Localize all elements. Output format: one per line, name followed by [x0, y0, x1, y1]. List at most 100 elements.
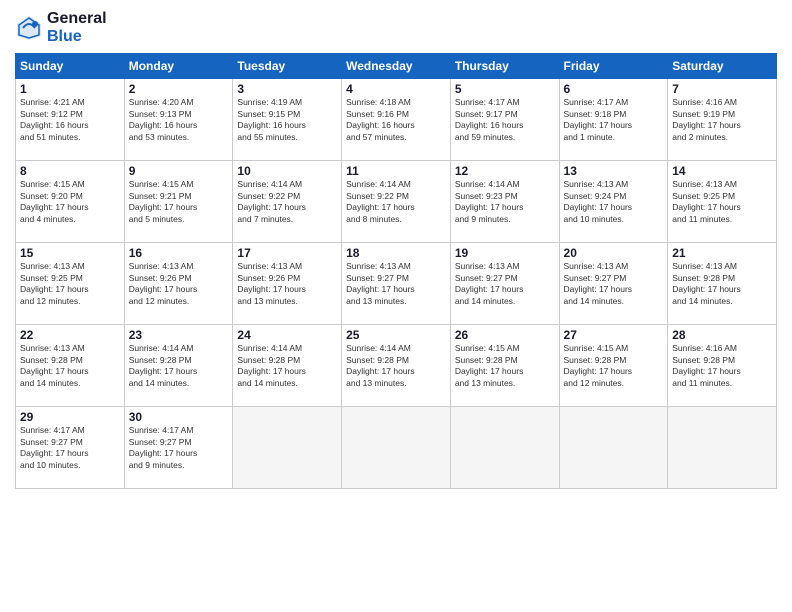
calendar-cell: 20Sunrise: 4:13 AM Sunset: 9:27 PM Dayli…: [559, 243, 668, 325]
weekday-header-row: SundayMondayTuesdayWednesdayThursdayFrid…: [16, 54, 777, 79]
calendar: SundayMondayTuesdayWednesdayThursdayFrid…: [15, 53, 777, 489]
day-number: 10: [237, 164, 337, 178]
calendar-cell: 2Sunrise: 4:20 AM Sunset: 9:13 PM Daylig…: [124, 79, 233, 161]
calendar-cell: 9Sunrise: 4:15 AM Sunset: 9:21 PM Daylig…: [124, 161, 233, 243]
calendar-cell: [559, 407, 668, 489]
day-number: 18: [346, 246, 446, 260]
day-number: 21: [672, 246, 772, 260]
day-info: Sunrise: 4:13 AM Sunset: 9:24 PM Dayligh…: [564, 179, 664, 225]
logo-general: General: [47, 10, 107, 28]
day-info: Sunrise: 4:15 AM Sunset: 9:20 PM Dayligh…: [20, 179, 120, 225]
day-number: 2: [129, 82, 229, 96]
week-row-3: 15Sunrise: 4:13 AM Sunset: 9:25 PM Dayli…: [16, 243, 777, 325]
calendar-cell: 11Sunrise: 4:14 AM Sunset: 9:22 PM Dayli…: [342, 161, 451, 243]
day-info: Sunrise: 4:19 AM Sunset: 9:15 PM Dayligh…: [237, 97, 337, 143]
week-row-5: 29Sunrise: 4:17 AM Sunset: 9:27 PM Dayli…: [16, 407, 777, 489]
calendar-cell: 1Sunrise: 4:21 AM Sunset: 9:12 PM Daylig…: [16, 79, 125, 161]
calendar-cell: 15Sunrise: 4:13 AM Sunset: 9:25 PM Dayli…: [16, 243, 125, 325]
day-number: 9: [129, 164, 229, 178]
calendar-cell: 29Sunrise: 4:17 AM Sunset: 9:27 PM Dayli…: [16, 407, 125, 489]
day-number: 4: [346, 82, 446, 96]
day-info: Sunrise: 4:21 AM Sunset: 9:12 PM Dayligh…: [20, 97, 120, 143]
calendar-cell: 19Sunrise: 4:13 AM Sunset: 9:27 PM Dayli…: [450, 243, 559, 325]
day-info: Sunrise: 4:13 AM Sunset: 9:25 PM Dayligh…: [672, 179, 772, 225]
day-number: 23: [129, 328, 229, 342]
day-number: 28: [672, 328, 772, 342]
calendar-cell: 10Sunrise: 4:14 AM Sunset: 9:22 PM Dayli…: [233, 161, 342, 243]
calendar-cell: 28Sunrise: 4:16 AM Sunset: 9:28 PM Dayli…: [668, 325, 777, 407]
day-info: Sunrise: 4:14 AM Sunset: 9:23 PM Dayligh…: [455, 179, 555, 225]
day-info: Sunrise: 4:16 AM Sunset: 9:19 PM Dayligh…: [672, 97, 772, 143]
calendar-cell: [668, 407, 777, 489]
calendar-cell: 24Sunrise: 4:14 AM Sunset: 9:28 PM Dayli…: [233, 325, 342, 407]
calendar-cell: 26Sunrise: 4:15 AM Sunset: 9:28 PM Dayli…: [450, 325, 559, 407]
page: General Blue SundayMondayTuesdayWednesda…: [0, 0, 792, 612]
week-row-2: 8Sunrise: 4:15 AM Sunset: 9:20 PM Daylig…: [16, 161, 777, 243]
week-row-1: 1Sunrise: 4:21 AM Sunset: 9:12 PM Daylig…: [16, 79, 777, 161]
calendar-cell: [342, 407, 451, 489]
calendar-cell: 6Sunrise: 4:17 AM Sunset: 9:18 PM Daylig…: [559, 79, 668, 161]
day-number: 15: [20, 246, 120, 260]
day-info: Sunrise: 4:20 AM Sunset: 9:13 PM Dayligh…: [129, 97, 229, 143]
day-info: Sunrise: 4:13 AM Sunset: 9:26 PM Dayligh…: [129, 261, 229, 307]
day-number: 11: [346, 164, 446, 178]
day-number: 3: [237, 82, 337, 96]
day-info: Sunrise: 4:14 AM Sunset: 9:28 PM Dayligh…: [346, 343, 446, 389]
day-info: Sunrise: 4:14 AM Sunset: 9:22 PM Dayligh…: [237, 179, 337, 225]
day-number: 30: [129, 410, 229, 424]
day-info: Sunrise: 4:14 AM Sunset: 9:28 PM Dayligh…: [237, 343, 337, 389]
day-info: Sunrise: 4:13 AM Sunset: 9:26 PM Dayligh…: [237, 261, 337, 307]
day-number: 25: [346, 328, 446, 342]
day-number: 24: [237, 328, 337, 342]
calendar-cell: 18Sunrise: 4:13 AM Sunset: 9:27 PM Dayli…: [342, 243, 451, 325]
calendar-cell: 7Sunrise: 4:16 AM Sunset: 9:19 PM Daylig…: [668, 79, 777, 161]
calendar-cell: 23Sunrise: 4:14 AM Sunset: 9:28 PM Dayli…: [124, 325, 233, 407]
day-number: 12: [455, 164, 555, 178]
day-info: Sunrise: 4:15 AM Sunset: 9:21 PM Dayligh…: [129, 179, 229, 225]
calendar-cell: 17Sunrise: 4:13 AM Sunset: 9:26 PM Dayli…: [233, 243, 342, 325]
day-number: 1: [20, 82, 120, 96]
day-info: Sunrise: 4:13 AM Sunset: 9:28 PM Dayligh…: [20, 343, 120, 389]
logo: General Blue: [15, 10, 107, 45]
day-number: 20: [564, 246, 664, 260]
week-row-4: 22Sunrise: 4:13 AM Sunset: 9:28 PM Dayli…: [16, 325, 777, 407]
day-number: 13: [564, 164, 664, 178]
day-number: 16: [129, 246, 229, 260]
logo-blue: Blue: [47, 28, 107, 46]
day-number: 17: [237, 246, 337, 260]
weekday-saturday: Saturday: [668, 54, 777, 79]
weekday-thursday: Thursday: [450, 54, 559, 79]
calendar-cell: 25Sunrise: 4:14 AM Sunset: 9:28 PM Dayli…: [342, 325, 451, 407]
calendar-cell: 3Sunrise: 4:19 AM Sunset: 9:15 PM Daylig…: [233, 79, 342, 161]
day-number: 26: [455, 328, 555, 342]
calendar-cell: 21Sunrise: 4:13 AM Sunset: 9:28 PM Dayli…: [668, 243, 777, 325]
calendar-cell: [450, 407, 559, 489]
calendar-cell: 30Sunrise: 4:17 AM Sunset: 9:27 PM Dayli…: [124, 407, 233, 489]
day-info: Sunrise: 4:17 AM Sunset: 9:18 PM Dayligh…: [564, 97, 664, 143]
calendar-cell: 5Sunrise: 4:17 AM Sunset: 9:17 PM Daylig…: [450, 79, 559, 161]
calendar-cell: 27Sunrise: 4:15 AM Sunset: 9:28 PM Dayli…: [559, 325, 668, 407]
day-number: 19: [455, 246, 555, 260]
calendar-cell: 4Sunrise: 4:18 AM Sunset: 9:16 PM Daylig…: [342, 79, 451, 161]
calendar-cell: 22Sunrise: 4:13 AM Sunset: 9:28 PM Dayli…: [16, 325, 125, 407]
day-info: Sunrise: 4:13 AM Sunset: 9:28 PM Dayligh…: [672, 261, 772, 307]
day-number: 6: [564, 82, 664, 96]
day-number: 27: [564, 328, 664, 342]
weekday-monday: Monday: [124, 54, 233, 79]
day-info: Sunrise: 4:15 AM Sunset: 9:28 PM Dayligh…: [564, 343, 664, 389]
day-info: Sunrise: 4:17 AM Sunset: 9:27 PM Dayligh…: [20, 425, 120, 471]
day-info: Sunrise: 4:16 AM Sunset: 9:28 PM Dayligh…: [672, 343, 772, 389]
day-number: 14: [672, 164, 772, 178]
header: General Blue: [15, 10, 777, 45]
day-info: Sunrise: 4:13 AM Sunset: 9:27 PM Dayligh…: [455, 261, 555, 307]
day-info: Sunrise: 4:13 AM Sunset: 9:25 PM Dayligh…: [20, 261, 120, 307]
calendar-cell: 13Sunrise: 4:13 AM Sunset: 9:24 PM Dayli…: [559, 161, 668, 243]
day-number: 8: [20, 164, 120, 178]
logo-icon: [15, 14, 43, 42]
day-info: Sunrise: 4:13 AM Sunset: 9:27 PM Dayligh…: [346, 261, 446, 307]
day-info: Sunrise: 4:13 AM Sunset: 9:27 PM Dayligh…: [564, 261, 664, 307]
day-info: Sunrise: 4:17 AM Sunset: 9:17 PM Dayligh…: [455, 97, 555, 143]
day-number: 5: [455, 82, 555, 96]
day-info: Sunrise: 4:18 AM Sunset: 9:16 PM Dayligh…: [346, 97, 446, 143]
calendar-cell: [233, 407, 342, 489]
